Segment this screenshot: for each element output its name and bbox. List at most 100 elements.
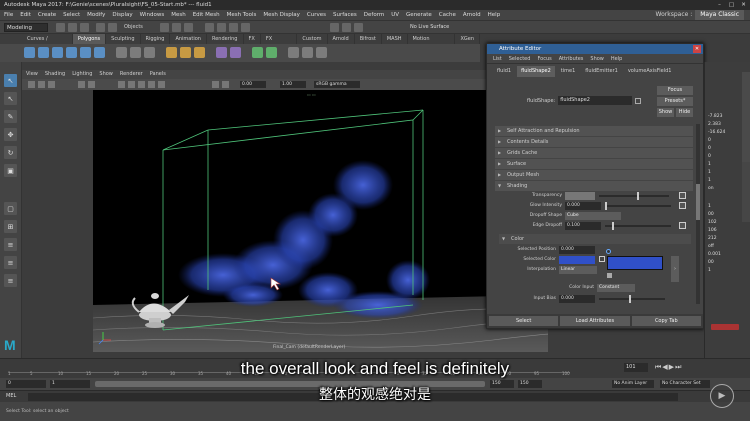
- undo-icon[interactable]: [96, 23, 105, 32]
- ae-focus-button[interactable]: Focus: [657, 86, 693, 95]
- ae-presets-button[interactable]: Presets*: [657, 97, 693, 106]
- menu-generate[interactable]: Generate: [406, 10, 432, 20]
- shelf-tab-sculpting[interactable]: Sculpting: [106, 34, 141, 44]
- ae-section-grids-cache[interactable]: Grids Cache: [495, 148, 693, 158]
- render-frame-icon[interactable]: [330, 23, 339, 32]
- panel-menu-view[interactable]: View: [26, 70, 38, 79]
- ae-scrollbar[interactable]: [696, 124, 700, 304]
- ae-input-bias-field[interactable]: 0.000: [559, 295, 595, 303]
- ae-selected-position-field[interactable]: 0.000: [559, 246, 595, 254]
- ae-interpolation-dropdown[interactable]: Linear: [559, 266, 597, 274]
- select-by-component-icon[interactable]: [184, 23, 193, 32]
- planar-map-icon[interactable]: [266, 47, 277, 58]
- center-pivot-icon[interactable]: [288, 47, 299, 58]
- open-scene-icon[interactable]: [68, 23, 77, 32]
- viewport-persp[interactable]: ▭ ▭ Final_Cam (defaultRenderLayer): [93, 90, 548, 352]
- ae-menu-selected[interactable]: Selected: [509, 54, 531, 63]
- extrude-icon[interactable]: [166, 47, 177, 58]
- film-gate-icon[interactable]: [88, 81, 95, 88]
- channel-value[interactable]: -7.823: [708, 114, 723, 119]
- menu-display[interactable]: Display: [112, 10, 132, 20]
- channel-value[interactable]: off: [708, 244, 714, 249]
- menu-edit[interactable]: Edit: [20, 10, 31, 20]
- menu-deform[interactable]: Deform: [364, 10, 384, 20]
- ae-input-bias-knob[interactable]: [629, 295, 631, 303]
- shelf-tab-motion-graphics[interactable]: Motion Graphics: [408, 34, 456, 52]
- ae-section-surface[interactable]: Surface: [495, 159, 693, 169]
- shelf-tab-arnold[interactable]: Arnold: [328, 34, 355, 44]
- ae-ramp-delete-icon[interactable]: [607, 273, 612, 278]
- menu-mesh-display[interactable]: Mesh Display: [263, 10, 300, 20]
- ae-color-input-dropdown[interactable]: Constant: [597, 284, 635, 292]
- selection-mode-label[interactable]: Objects: [124, 24, 143, 30]
- shelf-tab-custom[interactable]: Custom: [297, 34, 328, 44]
- ae-tab-fluidshape2[interactable]: fluidShape2: [517, 66, 555, 77]
- channel-value[interactable]: 0: [708, 154, 711, 159]
- ae-menu-help[interactable]: Help: [611, 54, 622, 63]
- menu-curves[interactable]: Curves: [307, 10, 326, 20]
- save-scene-icon[interactable]: [80, 23, 89, 32]
- layer-color-swatch[interactable]: [711, 324, 739, 330]
- render-settings-icon[interactable]: [354, 23, 363, 32]
- close-icon[interactable]: ✕: [739, 0, 748, 10]
- ae-copy-tab-button[interactable]: Copy Tab: [631, 316, 701, 326]
- channel-value[interactable]: 00: [708, 260, 714, 265]
- shelf-tab-xgen[interactable]: XGen: [455, 34, 480, 44]
- channel-value[interactable]: 0.001: [708, 252, 721, 257]
- ae-show-button[interactable]: Show: [657, 108, 674, 117]
- poly-cylinder-icon[interactable]: [52, 47, 63, 58]
- snap-curve-icon[interactable]: [217, 23, 226, 32]
- ae-tab-fluidemitter1[interactable]: fluidEmitter1: [581, 66, 622, 77]
- color-space-dropdown[interactable]: sRGB gamma: [314, 81, 360, 88]
- redo-icon[interactable]: [108, 23, 117, 32]
- workspace-dropdown[interactable]: Maya Classic: [695, 10, 744, 20]
- ae-glow-knob[interactable]: [605, 202, 607, 210]
- snap-point-icon[interactable]: [229, 23, 238, 32]
- poly-torus-icon[interactable]: [80, 47, 91, 58]
- smooth-shade-icon[interactable]: [128, 81, 135, 88]
- exposure-field[interactable]: 0.00: [240, 81, 266, 88]
- menu-edit-mesh[interactable]: Edit Mesh: [193, 10, 220, 20]
- menu-mesh[interactable]: Mesh: [171, 10, 185, 20]
- ae-tab-volumeaxisfield1[interactable]: volumeAxisField1: [624, 66, 676, 77]
- video-play-icon[interactable]: ▶: [710, 384, 734, 408]
- poly-sphere-icon[interactable]: [24, 47, 35, 58]
- ae-tab-fluid1[interactable]: fluid1: [493, 66, 515, 77]
- menu-help[interactable]: Help: [488, 10, 501, 20]
- target-weld-icon[interactable]: [230, 47, 241, 58]
- xray-icon[interactable]: [222, 81, 229, 88]
- new-scene-icon[interactable]: [56, 23, 65, 32]
- channel-value[interactable]: on: [708, 186, 714, 191]
- ae-color-ramp[interactable]: [607, 256, 663, 270]
- ae-glow-slider[interactable]: [605, 205, 671, 207]
- minimize-icon[interactable]: –: [715, 0, 724, 10]
- bridge-icon[interactable]: [180, 47, 191, 58]
- shelf-tab-animation[interactable]: Animation: [170, 34, 207, 44]
- channel-value[interactable]: 00: [708, 212, 714, 217]
- menu-windows[interactable]: Windows: [140, 10, 165, 20]
- poly-cube-icon[interactable]: [38, 47, 49, 58]
- paint-select-icon[interactable]: ✎: [4, 110, 17, 123]
- ae-menu-attributes[interactable]: Attributes: [559, 54, 584, 63]
- ae-menu-show[interactable]: Show: [590, 54, 604, 63]
- camera-attributes-icon[interactable]: [28, 81, 35, 88]
- ae-close-icon[interactable]: ✕: [693, 45, 701, 53]
- lasso-tool-icon[interactable]: ↖: [4, 92, 17, 105]
- ae-select-button[interactable]: Select: [489, 316, 559, 326]
- menu-set-dropdown[interactable]: Modeling: [4, 23, 48, 32]
- ae-input-bias-slider[interactable]: [599, 298, 665, 300]
- ae-glow-map-icon[interactable]: [679, 202, 686, 209]
- menu-select[interactable]: Select: [63, 10, 80, 20]
- bookmarks-icon[interactable]: [48, 81, 55, 88]
- grid-toggle-icon[interactable]: [78, 81, 85, 88]
- ae-section-output-mesh[interactable]: Output Mesh: [495, 170, 693, 180]
- channel-value[interactable]: 0: [708, 138, 711, 143]
- panel-menu-shading[interactable]: Shading: [45, 70, 65, 79]
- uv-editor-icon[interactable]: [252, 47, 263, 58]
- menu-mesh-tools[interactable]: Mesh Tools: [227, 10, 257, 20]
- snap-plane-icon[interactable]: [241, 23, 250, 32]
- shelf-tab-rendering[interactable]: Rendering: [207, 34, 244, 44]
- rotate-tool-icon[interactable]: ↻: [4, 146, 17, 159]
- freeze-transform-icon[interactable]: [302, 47, 313, 58]
- ae-edge-dropoff-slider[interactable]: [605, 225, 671, 227]
